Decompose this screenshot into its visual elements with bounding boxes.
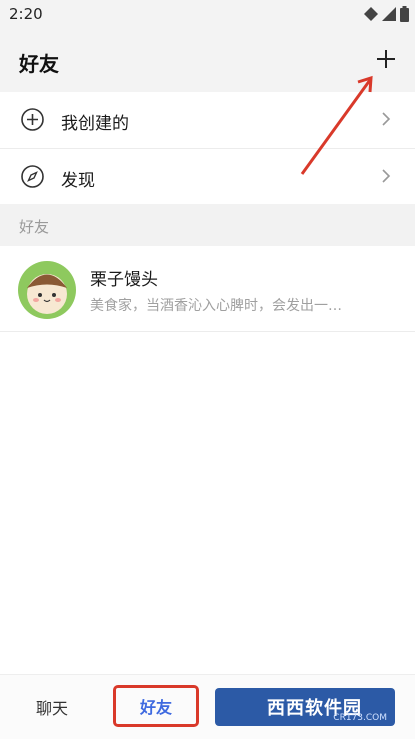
- status-icons: [364, 5, 409, 23]
- watermark-subtext: CR173.COM: [333, 713, 387, 723]
- chevron-right-icon: [382, 112, 391, 126]
- add-friend-button[interactable]: [371, 44, 401, 74]
- menu-item-label: 发现: [61, 171, 95, 191]
- tab-friends[interactable]: 好友: [113, 685, 199, 727]
- chevron-right-icon: [382, 169, 391, 183]
- menu-item-label: 我创建的: [61, 114, 129, 134]
- tab-chat[interactable]: 聊天: [0, 675, 104, 739]
- status-time: 2:20: [9, 5, 43, 23]
- avatar: [18, 261, 76, 319]
- battery-icon: [400, 6, 409, 22]
- menu-item-created[interactable]: 我创建的: [0, 92, 415, 147]
- menu-item-discover[interactable]: 发现: [0, 149, 415, 204]
- cellular-icon: [382, 7, 396, 21]
- app-header: 好友: [0, 30, 415, 92]
- friend-name: 栗子馒头: [90, 270, 158, 290]
- plus-circle-icon: [21, 108, 44, 131]
- signal-icon: [364, 7, 378, 21]
- friend-description: 美食家，当酒香沁入心脾时，会发出一…: [90, 298, 342, 314]
- status-bar: 2:20: [0, 0, 415, 30]
- page-title: 好友: [19, 52, 59, 76]
- plus-icon: [377, 50, 395, 68]
- section-label: 好友: [19, 218, 50, 236]
- watermark-logo: 西西软件园 CR173.COM: [215, 688, 395, 726]
- bottom-tab-bar: 聊天 好友 西西软件园 CR173.COM: [0, 674, 415, 739]
- section-header: 好友: [0, 204, 415, 246]
- compass-icon: [21, 165, 44, 188]
- list-item[interactable]: 栗子馒头 美食家，当酒香沁入心脾时，会发出一…: [0, 246, 415, 332]
